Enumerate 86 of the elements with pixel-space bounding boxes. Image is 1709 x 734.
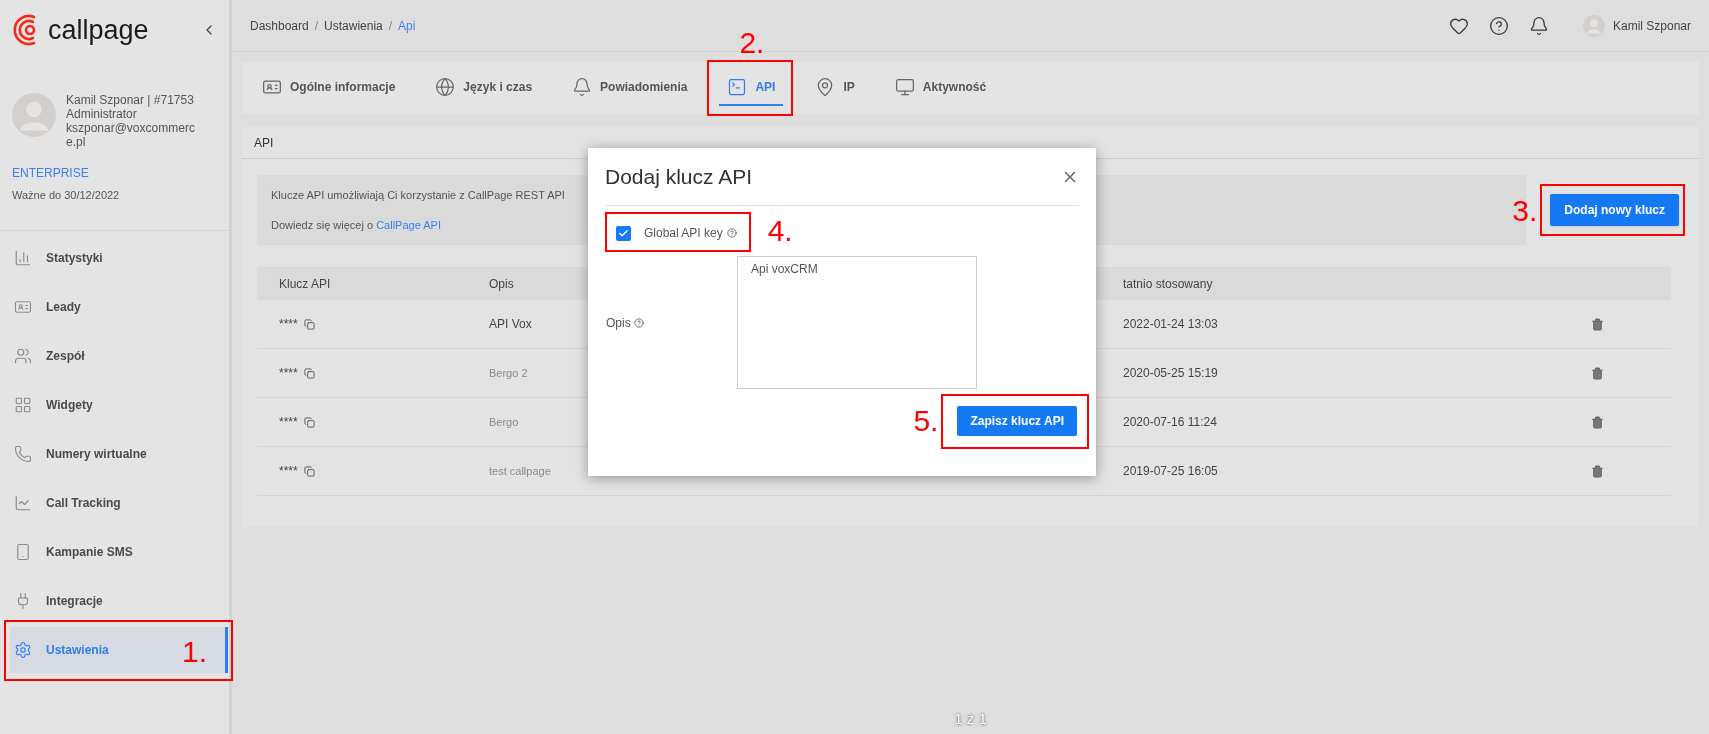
checkbox-label: Global API key [644, 225, 723, 242]
global-key-checkbox[interactable] [616, 225, 631, 241]
sidebar-item-label: Kampanie SMS [46, 544, 133, 561]
smartphone-icon [14, 543, 32, 561]
bar-chart-icon [14, 249, 32, 267]
sidebar-item-label: Widgety [46, 397, 93, 414]
copy-icon[interactable] [303, 367, 315, 379]
notifications-icon[interactable] [1528, 15, 1549, 36]
description-cell-text: Bergo 2 [489, 365, 528, 381]
save-key-button[interactable]: Zapisz klucz API [957, 406, 1077, 436]
settings-tab[interactable]: Ogólne informacje [254, 70, 404, 106]
checkmark-icon [618, 227, 629, 239]
copy-icon[interactable] [303, 416, 315, 428]
sidebar-item-label: Ustawienia [46, 642, 109, 659]
plan-validity: Ważne do 30/12/2022 [11, 188, 121, 203]
sidebar-item-label: Integracje [46, 593, 103, 610]
id-card-icon [14, 298, 32, 316]
column-header: tatnio stosowany [1122, 275, 1214, 293]
section-title: API [254, 134, 274, 152]
last-used-cell-text: 2022-01-24 13:03 [1122, 316, 1219, 333]
settings-tab[interactable]: Powiadomienia [564, 70, 696, 106]
step-number: 1. [181, 636, 207, 667]
delete-icon[interactable] [1591, 415, 1604, 429]
phone-icon [14, 445, 32, 463]
sidebar-item-label: Statystyki [46, 250, 103, 267]
user-role: Administrator [66, 107, 138, 121]
plan-label: ENTERPRISE [11, 165, 90, 182]
description-field[interactable]: Api voxCRM [737, 256, 977, 389]
delete-icon[interactable] [1591, 366, 1604, 380]
step-number: 2. [739, 28, 765, 58]
breadcrumb-link[interactable]: Ustawienia [324, 16, 383, 35]
step-number: 5. [913, 406, 939, 436]
header-user-name[interactable]: Kamil Szponar [1612, 16, 1691, 35]
logo-text: callpage [48, 16, 149, 44]
copy-icon[interactable] [303, 318, 315, 330]
breadcrumb-separator: / [388, 17, 393, 35]
last-used-cell-text: 2020-05-25 15:19 [1122, 365, 1219, 382]
sidebar-item[interactable]: Zespół [10, 333, 228, 379]
sidebar-item[interactable]: Kampanie SMS [10, 529, 228, 575]
settings-tab[interactable]: IP [807, 70, 863, 106]
column-header: Klucz API [279, 275, 332, 293]
bell-icon [572, 77, 593, 97]
settings-tab[interactable]: Aktywność [886, 70, 995, 106]
last-used-cell-text: 2020-07-16 11:24 [1122, 414, 1218, 431]
delete-icon[interactable] [1591, 317, 1604, 331]
step-number: 4. [767, 216, 793, 246]
info-text: Klucze API umożliwiają Ci korzystanie z CallPage REST API [271, 187, 565, 203]
monitor-icon [894, 77, 915, 97]
last-used-cell-text: 2019-07-25 16:05 [1122, 463, 1219, 480]
sidebar-item-label: Call Tracking [46, 495, 121, 512]
sidebar-item[interactable]: Numery wirtualne [10, 431, 228, 477]
masked-key: **** [279, 315, 298, 333]
breadcrumb-link[interactable]: Dashboard [250, 16, 309, 35]
description-cell-text: API Vox [489, 316, 532, 333]
description-cell-text: Bergo [489, 414, 519, 430]
sidebar-item[interactable]: Call Tracking [10, 480, 228, 526]
sidebar-item[interactable]: Widgety [10, 382, 228, 428]
user-name: Kamil Szponar | #71753 [66, 93, 195, 107]
sidebar-item-label: Zespół [46, 348, 85, 365]
line-chart-icon [14, 494, 32, 512]
masked-key: **** [279, 462, 298, 480]
info-more-text: Dowiedz się więcej o CallPage API [271, 218, 441, 233]
description-cell-text: test callpage [489, 463, 551, 479]
delete-icon[interactable] [1591, 464, 1604, 478]
masked-key: **** [279, 364, 298, 382]
terminal-icon [727, 77, 748, 97]
sidebar-item[interactable]: Statystyki [10, 235, 228, 281]
settings-icon [14, 641, 32, 659]
field-label: Opis [606, 314, 631, 332]
sidebar-item-label: Numery wirtualne [46, 446, 147, 463]
globe-icon [435, 77, 456, 97]
sidebar-item-label: Leady [46, 299, 81, 316]
help-icon[interactable] [1488, 15, 1509, 36]
settings-tab[interactable]: Język i czas [427, 70, 541, 106]
step-number: 3. [1512, 196, 1538, 226]
add-key-button[interactable]: Dodaj nowy klucz [1550, 194, 1679, 226]
sidebar-item[interactable]: Integracje [10, 578, 228, 624]
breadcrumb-separator: / [314, 17, 319, 35]
dialog-title: Dodaj klucz API [605, 163, 753, 190]
people-icon [14, 347, 32, 365]
copy-icon[interactable] [303, 465, 315, 477]
user-email: kszponar@voxcommerce.pl [66, 121, 196, 149]
masked-key: **** [279, 413, 298, 431]
sidebar-item[interactable]: Leady [10, 284, 228, 330]
grid-icon [14, 396, 32, 414]
column-header: Opis [489, 275, 515, 293]
